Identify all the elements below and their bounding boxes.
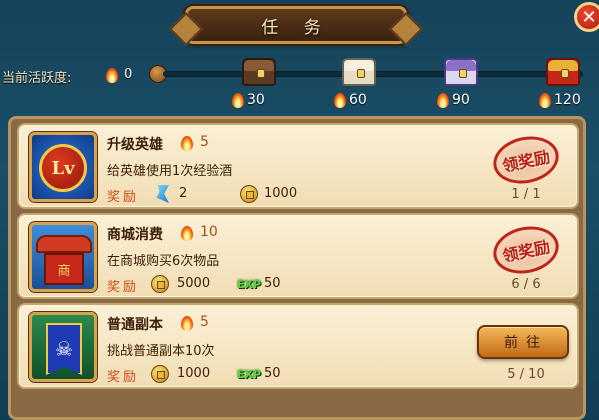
flame-icon — [181, 316, 193, 331]
reward-value: 50 — [264, 276, 281, 291]
task-row[interactable]: ☠ 普通副本 5 挑战普通副本10次 奖励 1000 EXP 50 前往 5 /… — [17, 303, 579, 389]
reward-value: 5000 — [177, 276, 211, 291]
activity-value: 0 — [124, 67, 133, 82]
dungeon-banner-icon: ☠ — [29, 312, 97, 382]
reward-value: 2 — [179, 186, 188, 201]
task-row[interactable]: Lv 升级英雄 5 给英雄使用1次经验酒 奖励 2 1000 领奖励 1 / 1 — [17, 123, 579, 209]
reward-label: 奖励 — [107, 280, 140, 295]
task-description: 挑战普通副本10次 — [107, 344, 215, 359]
purple-chest-icon[interactable] — [444, 58, 478, 86]
claim-reward-stamp[interactable]: 领奖励 — [488, 130, 564, 190]
level-up-icon: Lv — [29, 132, 97, 202]
reward-value: 1000 — [177, 366, 211, 381]
task-name: 升级英雄 — [107, 137, 163, 153]
flame-icon — [232, 93, 244, 108]
go-button[interactable]: 前往 — [477, 325, 569, 359]
flame-icon — [437, 93, 449, 108]
white-chest-icon[interactable] — [342, 58, 376, 86]
title-plate: 任 务 — [185, 6, 407, 44]
flame-icon — [181, 226, 193, 241]
flame-icon — [106, 68, 118, 83]
flame-icon — [334, 93, 346, 108]
task-description: 给英雄使用1次经验酒 — [107, 164, 233, 179]
shop-icon: 商 — [29, 222, 97, 292]
milestone-value: 90 — [452, 92, 470, 108]
coin-icon — [151, 365, 169, 383]
milestone-value: 60 — [349, 92, 367, 108]
task-name: 商城消费 — [107, 227, 163, 243]
coin-icon — [151, 275, 169, 293]
task-progress: 5 / 10 — [507, 367, 545, 382]
reward-label: 奖励 — [107, 190, 140, 205]
red-gold-chest-icon[interactable] — [546, 58, 580, 86]
flame-icon — [539, 93, 551, 108]
task-activity-value: 10 — [200, 224, 218, 240]
task-list[interactable]: Lv 升级英雄 5 给英雄使用1次经验酒 奖励 2 1000 领奖励 1 / 1… — [8, 116, 586, 420]
task-row[interactable]: 商 商城消费 10 在商城购买6次物品 奖励 5000 EXP 50 领奖励 6… — [17, 213, 579, 299]
task-activity-value: 5 — [200, 134, 209, 150]
task-description: 在商城购买6次物品 — [107, 254, 220, 269]
task-activity-value: 5 — [200, 314, 209, 330]
milestone-value: 30 — [247, 92, 265, 108]
reward-value: 50 — [264, 366, 281, 381]
activity-label: 当前活跃度: — [2, 71, 72, 86]
page-title: 任 务 — [261, 17, 331, 38]
close-icon: ✕ — [581, 6, 597, 28]
reward-value: 1000 — [264, 186, 298, 201]
task-name: 普通副本 — [107, 317, 163, 333]
exp-icon: EXP — [237, 278, 262, 291]
task-progress: 1 / 1 — [511, 187, 541, 202]
claim-reward-stamp[interactable]: 领奖励 — [488, 220, 564, 280]
brown-chest-icon[interactable] — [242, 58, 276, 86]
exp-icon: EXP — [237, 368, 262, 381]
close-button[interactable]: ✕ — [574, 2, 599, 32]
milestone-value: 120 — [554, 92, 581, 108]
flame-icon — [181, 136, 193, 151]
coin-icon — [240, 185, 258, 203]
reward-label: 奖励 — [107, 370, 140, 385]
gem-icon — [156, 185, 169, 203]
task-progress: 6 / 6 — [511, 277, 541, 292]
